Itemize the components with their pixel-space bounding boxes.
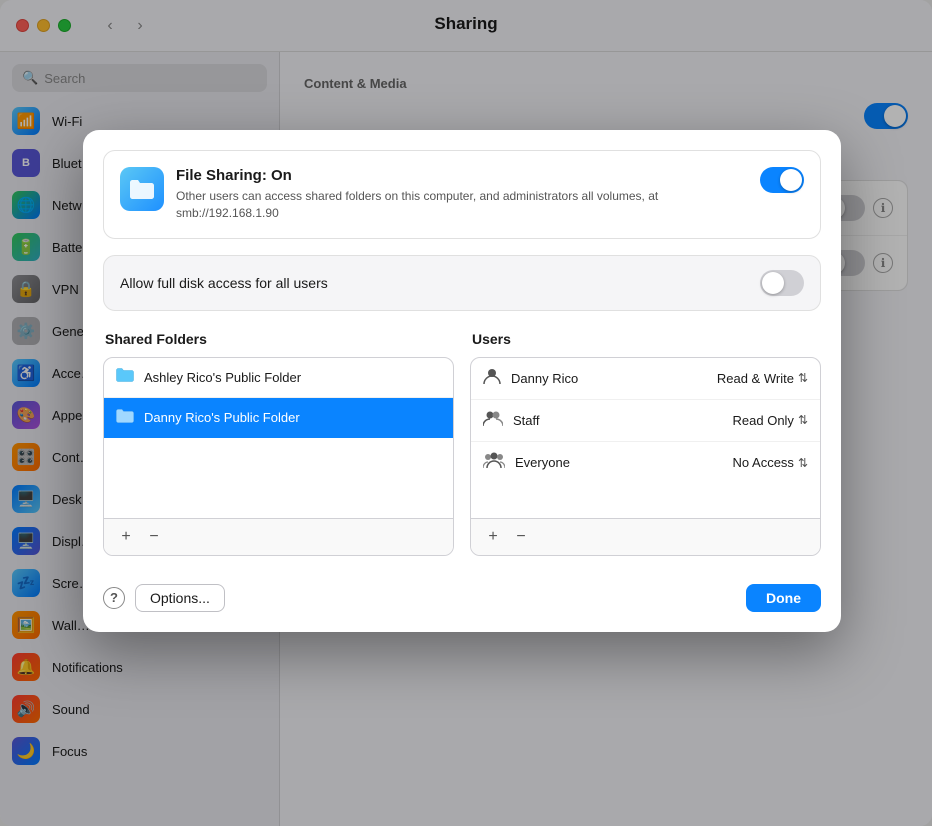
permission-label-2: No Access — [733, 455, 794, 470]
folder-icon-1 — [116, 408, 134, 428]
stepper-icon-2: ⇅ — [798, 456, 808, 470]
folder-icon-0 — [116, 367, 134, 387]
users-column: Users Danny Rico R — [470, 331, 821, 556]
options-button[interactable]: Options... — [135, 584, 225, 612]
user-icon-1 — [483, 409, 503, 432]
permission-select-1[interactable]: Read Only ⇅ — [733, 413, 808, 428]
shared-folders-footer: + − — [104, 518, 453, 555]
folder-item-1[interactable]: Danny Rico's Public Folder — [104, 398, 453, 438]
stepper-icon-1: ⇅ — [798, 413, 808, 427]
add-folder-button[interactable]: + — [116, 527, 136, 547]
user-name-1: Staff — [513, 413, 723, 428]
remove-folder-button[interactable]: − — [144, 527, 164, 547]
permission-label-0: Read & Write — [717, 371, 794, 386]
user-name-2: Everyone — [515, 455, 723, 470]
shared-folders-title: Shared Folders — [103, 331, 454, 347]
users-footer: + − — [471, 518, 820, 555]
footer-left: ? Options... — [103, 584, 225, 612]
permission-select-0[interactable]: Read & Write ⇅ — [717, 371, 808, 386]
folder-item-0[interactable]: Ashley Rico's Public Folder — [104, 358, 453, 398]
file-sharing-icon — [120, 167, 164, 211]
file-sharing-title: File Sharing: On — [176, 167, 760, 184]
user-icon-0 — [483, 367, 501, 390]
remove-user-button[interactable]: − — [511, 527, 531, 547]
shared-folders-list-box: Ashley Rico's Public Folder Danny Rico's… — [103, 357, 454, 556]
stepper-icon-0: ⇅ — [798, 371, 808, 385]
user-row-0: Danny Rico Read & Write ⇅ — [471, 358, 820, 400]
permission-label-1: Read Only — [733, 413, 794, 428]
file-sharing-left: File Sharing: On Other users can access … — [120, 167, 760, 222]
disk-access-section: Allow full disk access for all users — [103, 255, 821, 311]
user-row-1: Staff Read Only ⇅ — [471, 400, 820, 442]
done-button[interactable]: Done — [746, 584, 821, 612]
help-button[interactable]: ? — [103, 587, 125, 609]
disk-access-label: Allow full disk access for all users — [120, 275, 328, 291]
user-icon-2 — [483, 451, 505, 474]
users-title: Users — [470, 331, 821, 347]
users-items: Danny Rico Read & Write ⇅ — [471, 358, 820, 518]
file-sharing-toggle[interactable] — [760, 167, 804, 193]
modal-footer: ? Options... Done — [103, 576, 821, 612]
permission-select-2[interactable]: No Access ⇅ — [733, 455, 808, 470]
users-list-box: Danny Rico Read & Write ⇅ — [470, 357, 821, 556]
folder-item-label-0: Ashley Rico's Public Folder — [144, 370, 301, 385]
file-sharing-description: Other users can access shared folders on… — [176, 188, 760, 222]
user-row-2: Everyone No Access ⇅ — [471, 442, 820, 484]
file-sharing-text: File Sharing: On Other users can access … — [176, 167, 760, 222]
add-user-button[interactable]: + — [483, 527, 503, 547]
sharing-modal: File Sharing: On Other users can access … — [83, 130, 841, 632]
disk-access-toggle[interactable] — [760, 270, 804, 296]
folders-users-section: Shared Folders Ashley Rico's Public Fold… — [103, 331, 821, 556]
shared-folders-items: Ashley Rico's Public Folder Danny Rico's… — [104, 358, 453, 518]
shared-folders-column: Shared Folders Ashley Rico's Public Fold… — [103, 331, 454, 556]
folder-item-label-1: Danny Rico's Public Folder — [144, 410, 300, 425]
file-sharing-section: File Sharing: On Other users can access … — [103, 150, 821, 239]
user-name-0: Danny Rico — [511, 371, 707, 386]
